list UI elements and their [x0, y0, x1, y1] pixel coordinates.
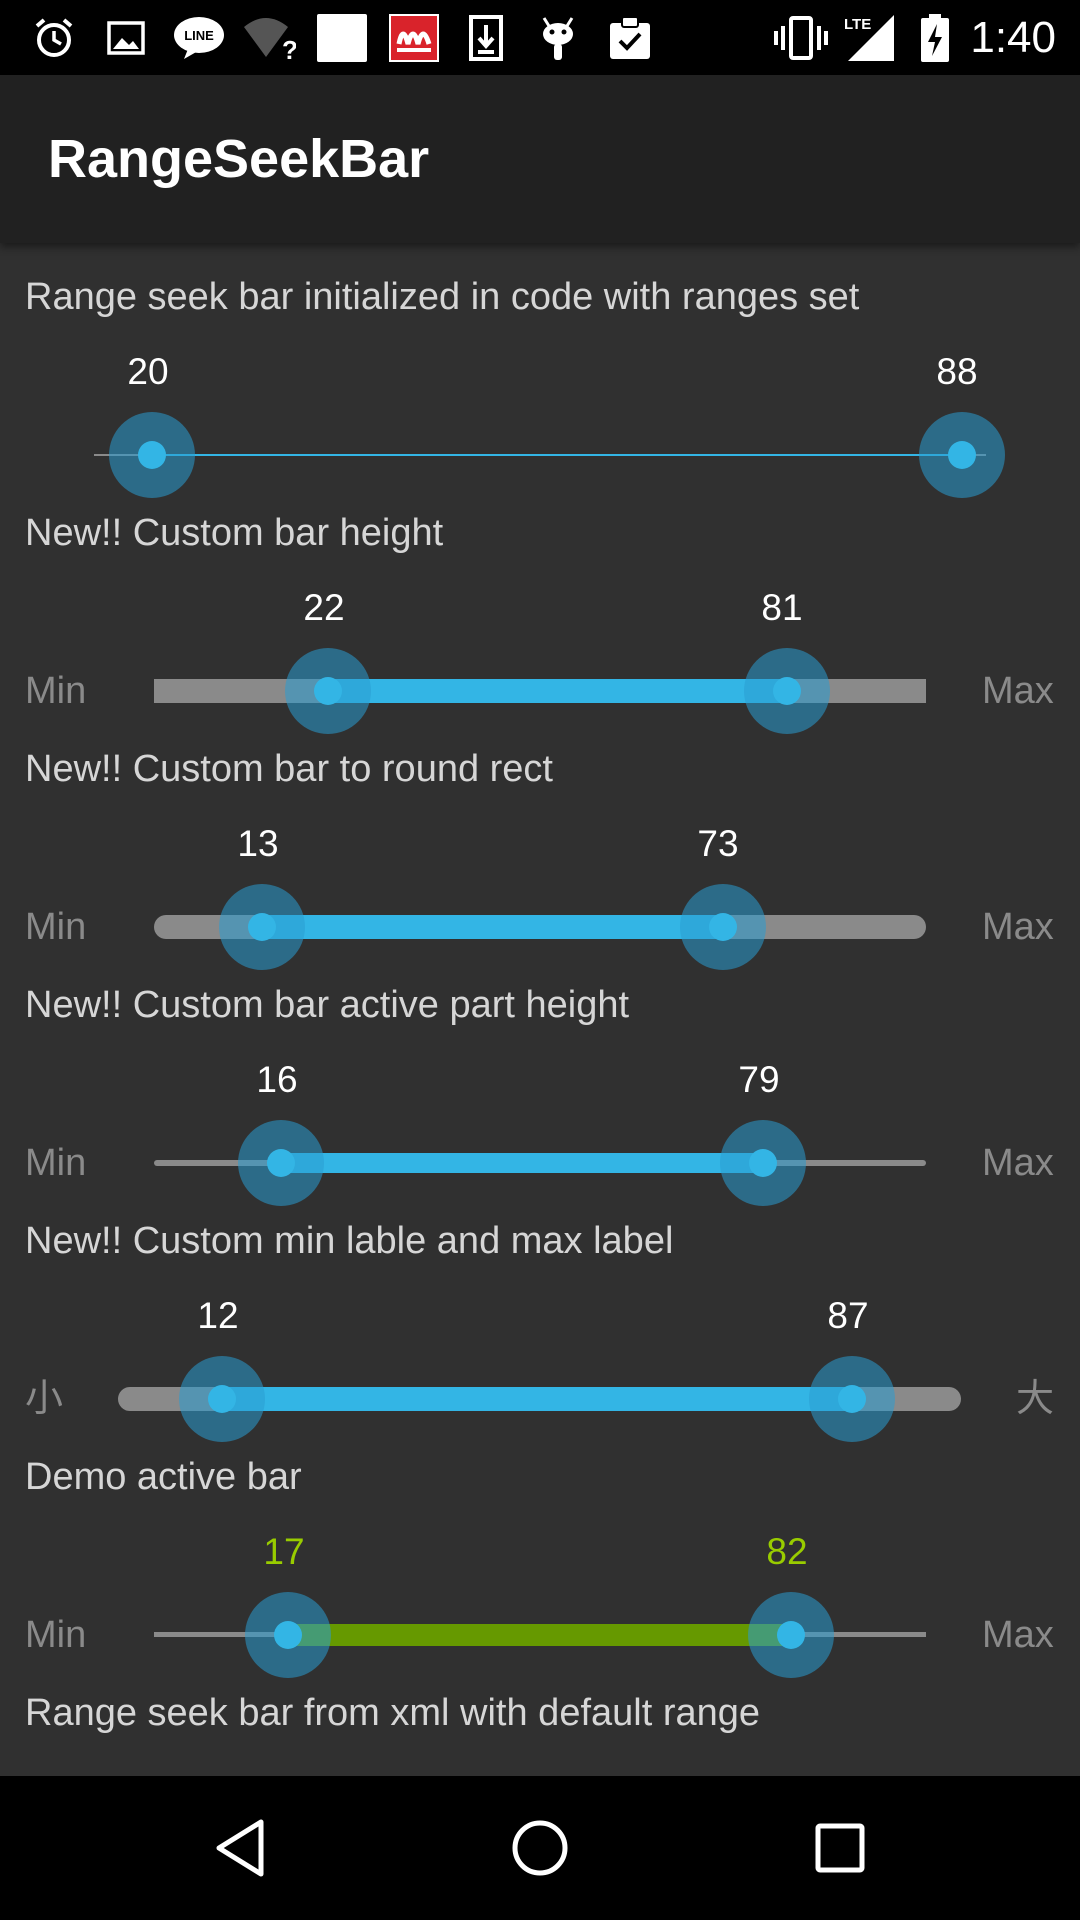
- max-thumb-dot: [709, 913, 737, 941]
- min-thumb-dot: [208, 1385, 236, 1413]
- status-time: 1:40: [970, 13, 1056, 62]
- range-seek-bar-active: [262, 915, 723, 939]
- signal-lte-icon: LTE: [842, 14, 898, 62]
- min-value-label: 12: [197, 1295, 239, 1336]
- range-seek-bar-active: [328, 679, 787, 703]
- alarm-icon: [28, 14, 80, 62]
- max-side-label: Max: [982, 670, 1054, 712]
- network-type-label: LTE: [844, 16, 871, 33]
- max-side-label: Max: [982, 1142, 1054, 1184]
- section-label: New!! Custom bar height: [25, 512, 444, 554]
- min-thumb-dot: [314, 677, 342, 705]
- max-value-label: 73: [697, 823, 739, 864]
- min-thumb-dot: [138, 441, 166, 469]
- wifi-unknown-icon: ?: [242, 14, 296, 62]
- page-title: RangeSeekBar: [48, 129, 430, 189]
- min-value-label: 16: [256, 1059, 298, 1100]
- gallery-icon: [104, 14, 148, 62]
- max-thumb-dot: [773, 677, 801, 705]
- min-value-label: 22: [303, 587, 345, 628]
- clipboard-check-icon: [606, 14, 654, 62]
- content-scroll[interactable]: Range seek bar initialized in code with …: [0, 243, 1080, 1776]
- range-seek-bar-active: [288, 1624, 791, 1646]
- min-thumb-dot: [267, 1149, 295, 1177]
- max-value-label: 88: [936, 351, 978, 392]
- section-label: New!! Custom min lable and max label: [25, 1220, 674, 1262]
- app-bar: RangeSeekBar: [0, 75, 1080, 243]
- section-label: Range seek bar from xml with default ran…: [25, 1692, 761, 1734]
- min-thumb-dot: [274, 1621, 302, 1649]
- navigation-bar: [0, 1776, 1080, 1920]
- status-bar: LINE ? LTE 1:40: [0, 0, 1080, 75]
- section-label: Demo active bar: [25, 1456, 302, 1498]
- max-thumb-dot: [948, 441, 976, 469]
- range-seek-bar-active: [152, 454, 962, 456]
- max-side-label: Max: [982, 906, 1054, 948]
- recents-icon[interactable]: [790, 1798, 890, 1898]
- min-side-label: Min: [25, 906, 87, 948]
- max-value-label: 82: [766, 1531, 808, 1572]
- svg-text:LINE: LINE: [184, 28, 214, 43]
- max-value-label: 87: [827, 1295, 869, 1336]
- max-value-label: 79: [738, 1059, 780, 1100]
- min-side-label: 小: [25, 1378, 64, 1420]
- max-value-label: 81: [761, 587, 803, 628]
- min-side-label: Min: [25, 670, 87, 712]
- android-icon: [534, 14, 582, 62]
- mos-burger-icon: [388, 14, 440, 62]
- range-seek-bar-active: [222, 1387, 852, 1411]
- range-seek-bar-active: [281, 1153, 763, 1173]
- download-icon: [464, 14, 508, 62]
- max-side-label: 大: [1016, 1378, 1055, 1420]
- min-value-label: 17: [263, 1531, 305, 1572]
- min-value-label: 20: [127, 351, 169, 392]
- max-thumb-dot: [749, 1149, 777, 1177]
- min-side-label: Min: [25, 1614, 87, 1656]
- max-thumb-dot: [838, 1385, 866, 1413]
- section-label: Range seek bar initialized in code with …: [25, 276, 860, 318]
- svg-text:?: ?: [282, 35, 296, 61]
- blank-notification-icon: [316, 14, 368, 62]
- section-label: New!! Custom bar active part height: [25, 984, 630, 1026]
- section-label: New!! Custom bar to round rect: [25, 748, 553, 790]
- min-thumb-dot: [248, 913, 276, 941]
- battery-charging-icon: [918, 14, 952, 62]
- vibrate-icon: [772, 14, 830, 62]
- line-app-icon: LINE: [170, 14, 228, 62]
- max-thumb-dot: [777, 1621, 805, 1649]
- back-icon[interactable]: [191, 1798, 291, 1898]
- min-side-label: Min: [25, 1142, 87, 1184]
- home-icon[interactable]: [490, 1798, 590, 1898]
- min-value-label: 13: [237, 823, 279, 864]
- max-side-label: Max: [982, 1614, 1054, 1656]
